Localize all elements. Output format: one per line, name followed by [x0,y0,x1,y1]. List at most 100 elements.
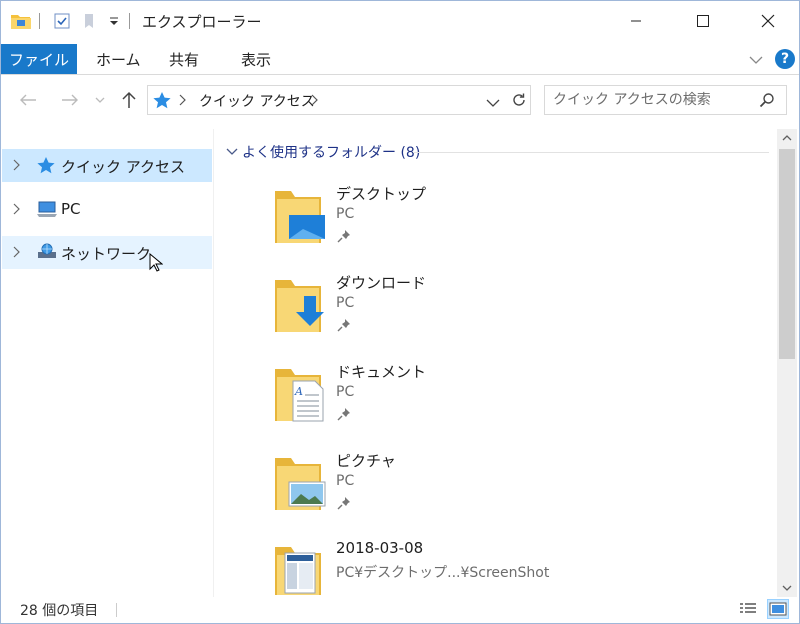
arrow-up-icon [782,135,792,141]
refresh-button[interactable] [509,85,529,115]
folder-app-icon [10,11,32,31]
navigation-pane: クイック アクセス PC ネットワーク [1,129,213,597]
quick-access-star-icon [152,91,172,113]
folder-tile-desktop[interactable]: デスクトップ PC [271,183,751,269]
group-divider [413,152,769,153]
close-icon [761,14,775,28]
breadcrumb-chevron-icon[interactable] [310,94,318,110]
folder-tile-pictures[interactable]: ピクチャ PC [271,450,751,536]
pin-icon [337,229,351,247]
details-view-icon [740,603,756,613]
navigation-bar: クイック アクセス [1,81,799,119]
maximize-icon [697,15,709,27]
expand-chevron-icon[interactable] [12,245,20,263]
item-count: 28 個の項目 [20,603,99,619]
back-arrow-icon [20,94,36,106]
folder-location: PC [336,206,355,222]
nav-item-quick-access[interactable]: クイック アクセス [2,149,212,182]
pin-icon [337,496,351,514]
tab-view[interactable]: 表示 [241,44,271,74]
address-history-button[interactable] [486,96,500,112]
help-button[interactable]: ? [775,49,795,69]
search-input[interactable] [553,90,753,110]
chevron-down-icon [749,56,763,64]
group-header-frequent-folders[interactable]: よく使用するフォルダー (8) [226,141,420,163]
network-icon [36,243,58,265]
collapse-chevron-icon[interactable] [226,148,238,156]
chevron-down-icon [95,97,105,103]
scroll-thumb[interactable] [779,149,795,359]
folder-tile-documents[interactable]: A ドキュメント PC [271,361,751,447]
pane-splitter[interactable] [213,129,214,597]
expand-chevron-icon[interactable] [12,202,20,220]
close-button[interactable] [745,1,791,41]
desktop-folder-icon [271,187,327,247]
documents-folder-icon: A [271,365,327,425]
nav-item-pc[interactable]: PC [2,193,212,226]
nav-label: PC [61,200,81,218]
status-bar: 28 個の項目 [1,597,799,623]
title-bar: エクスプローラー [1,1,799,41]
tab-home[interactable]: ホーム [96,44,141,74]
folder-name: デスクトップ [336,185,427,203]
expand-ribbon-button[interactable] [749,53,763,69]
svg-text:A: A [294,385,303,398]
title-separator [129,13,130,29]
forward-arrow-icon [62,94,78,106]
folder-name: ドキュメント [336,363,427,381]
address-bar[interactable]: クイック アクセス [147,85,531,115]
folder-tile-downloads[interactable]: ダウンロード PC [271,272,751,358]
minimize-icon [631,20,641,22]
folder-name: ダウンロード [336,274,427,292]
status-separator [116,603,117,617]
vertical-scrollbar[interactable] [777,129,797,597]
recent-locations-button[interactable] [93,85,107,115]
pc-icon [36,200,58,222]
details-view-button[interactable] [737,599,759,619]
nav-item-network[interactable]: ネットワーク [2,236,212,269]
pin-icon [337,407,351,425]
screenshot-folder-icon [271,543,327,595]
properties-icon[interactable] [53,11,71,31]
up-button[interactable] [117,85,141,115]
folder-name: ピクチャ [336,452,396,470]
folder-name: 2018-03-08 [336,539,424,557]
explorer-window: エクスプローラー ファイル ホーム 共有 表示 ? クイック アクセス クイック… [0,0,800,624]
mouse-cursor-icon [149,252,164,277]
large-icons-view-icon [769,602,787,616]
search-icon[interactable] [759,92,775,112]
nav-label: クイック アクセス [61,158,186,176]
pictures-folder-icon [271,454,327,514]
pin-icon [337,318,351,336]
up-arrow-icon [122,91,136,108]
maximize-button[interactable] [680,1,726,41]
scroll-up-button[interactable] [777,129,797,147]
minimize-button[interactable] [613,1,659,41]
nav-label: ネットワーク [61,245,152,263]
breadcrumb-quick-access[interactable]: クイック アクセス [199,91,315,111]
folder-tile-2018-03-08[interactable]: 2018-03-08 PC¥デスクトップ...¥ScreenShot [271,539,751,595]
window-title: エクスプローラー [142,13,262,31]
chevron-down-icon [486,99,500,107]
folder-location: PC [336,473,355,489]
tab-file[interactable]: ファイル [1,44,77,74]
folder-location: PC [336,384,355,400]
customize-qat-icon[interactable] [108,11,120,31]
search-box[interactable] [544,85,787,115]
folder-location: PC¥デスクトップ...¥ScreenShot [336,565,550,581]
refresh-icon [513,93,525,106]
back-button[interactable] [15,85,41,115]
qat-separator [39,13,40,29]
ribbon-tabs: ファイル ホーム 共有 表示 ? [1,44,799,75]
large-icons-view-button[interactable] [767,599,789,619]
scroll-down-button[interactable] [777,579,797,597]
tab-share[interactable]: 共有 [169,44,199,74]
arrow-down-icon [782,585,792,591]
new-folder-icon[interactable] [81,11,99,31]
breadcrumb-separator-icon[interactable] [178,94,186,110]
group-label: よく使用するフォルダー (8) [242,145,421,161]
folder-location: PC [336,295,355,311]
forward-button[interactable] [57,85,83,115]
expand-chevron-icon[interactable] [12,158,20,176]
downloads-folder-icon [271,276,327,336]
